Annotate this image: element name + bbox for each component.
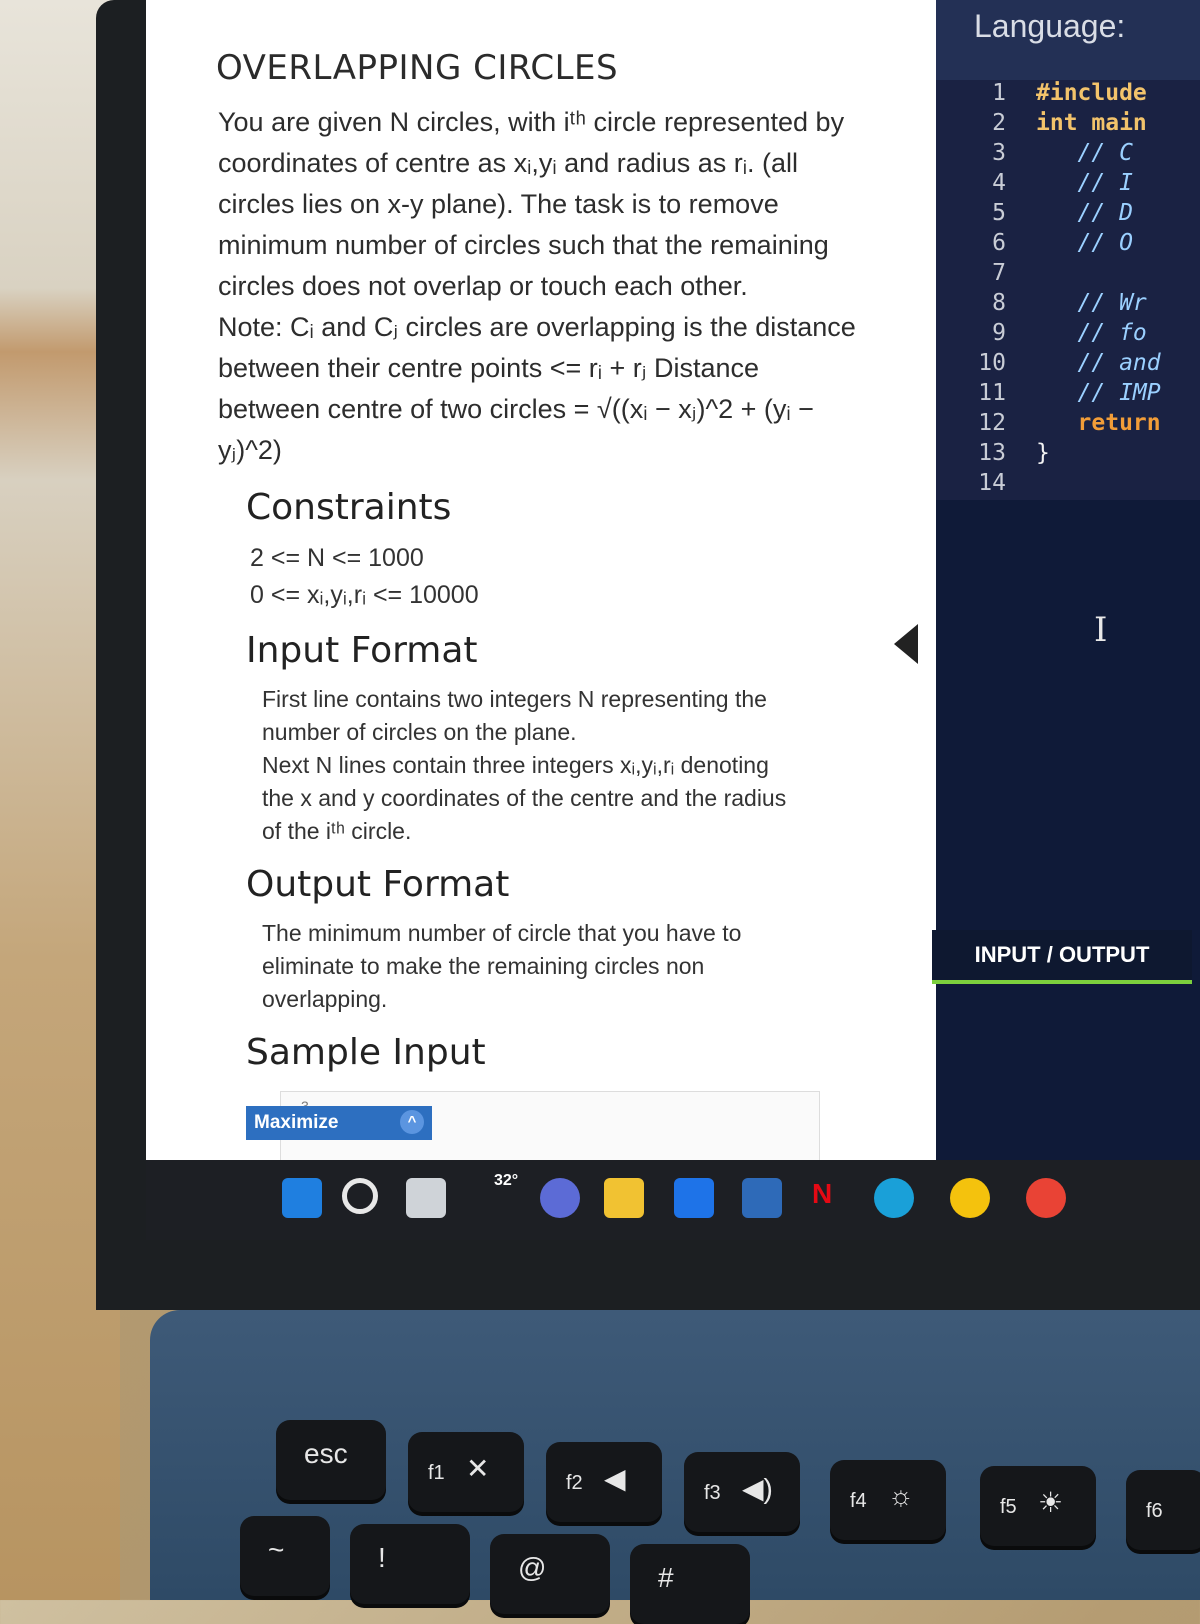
- f3-key[interactable]: f3 ◀): [684, 1452, 800, 1532]
- input-format-line: Next N lines contain three integers xᵢ,y…: [262, 752, 769, 778]
- task-view-icon[interactable]: [406, 1178, 446, 1218]
- code-line[interactable]: // I: [1036, 170, 1161, 200]
- code-lines[interactable]: #include int main // C // I // D // O //…: [1036, 80, 1161, 500]
- f5-key[interactable]: f5 ☀: [980, 1466, 1096, 1546]
- meet-chat-icon[interactable]: [540, 1178, 580, 1218]
- volume-down-icon: ◀: [604, 1463, 626, 1494]
- f2-key[interactable]: f2 ◀: [546, 1442, 662, 1522]
- output-format-line: eliminate to make the remaining circles …: [262, 953, 705, 979]
- input-format-line: First line contains two integers N repre…: [262, 686, 767, 712]
- constraint-item: 0 <= xᵢ,yᵢ,rᵢ <= 10000: [250, 581, 479, 609]
- code-area[interactable]: 1 2 3 4 5 6 7 8 9 10 11 12 13 14 #includ…: [936, 80, 1200, 500]
- sample-input-heading: Sample Input: [246, 1032, 486, 1073]
- code-line[interactable]: }: [1036, 440, 1161, 470]
- volume-up-icon: ◀): [742, 1473, 773, 1504]
- line-number-gutter: 1 2 3 4 5 6 7 8 9 10 11 12 13 14: [936, 80, 1016, 500]
- description-line: yⱼ)^2): [218, 435, 282, 465]
- code-line[interactable]: // Wr: [1036, 290, 1161, 320]
- input-output-tab[interactable]: INPUT / OUTPUT: [932, 930, 1192, 984]
- code-line[interactable]: // C: [1036, 140, 1161, 170]
- code-line[interactable]: #include: [1036, 80, 1161, 110]
- f4-key[interactable]: f4 ☼: [830, 1460, 946, 1540]
- mute-mic-icon: ✕: [466, 1453, 490, 1484]
- output-format-line: The minimum number of circle that you ha…: [262, 920, 742, 946]
- description-line: circles lies on x-y plane). The task is …: [218, 189, 779, 219]
- code-line[interactable]: // IMP: [1036, 380, 1161, 410]
- language-label[interactable]: Language:: [974, 8, 1125, 45]
- code-line[interactable]: return: [1036, 410, 1161, 440]
- line-number: 2: [992, 110, 1006, 136]
- input-format-line: the x and y coordinates of the centre an…: [262, 785, 787, 811]
- maximize-button[interactable]: Maximize ^: [246, 1106, 432, 1140]
- maximize-label: Maximize: [254, 1112, 339, 1133]
- two-key[interactable]: @: [490, 1534, 610, 1614]
- code-line[interactable]: [1036, 260, 1161, 290]
- line-number: 8: [992, 290, 1006, 316]
- laptop-keyboard: esc f1 ✕ f2 ◀ f3 ◀) f4 ☼ f5 ☀ f6 ~ ! @ #: [150, 1310, 1200, 1624]
- problem-title: OVERLAPPING CIRCLES: [216, 48, 619, 88]
- one-key[interactable]: !: [350, 1524, 470, 1604]
- line-number: 4: [992, 170, 1006, 196]
- brightness-up-icon: ☀: [1038, 1487, 1064, 1518]
- code-line[interactable]: int main: [1036, 110, 1161, 140]
- code-line[interactable]: // O: [1036, 230, 1161, 260]
- description-line: minimum number of circles such that the …: [218, 230, 829, 260]
- constraints-heading: Constraints: [246, 487, 452, 528]
- code-line[interactable]: // and: [1036, 350, 1161, 380]
- tilde-key[interactable]: ~: [240, 1516, 330, 1596]
- file-explorer-icon[interactable]: [604, 1178, 644, 1218]
- input-format-heading: Input Format: [246, 630, 478, 671]
- problem-statement: OVERLAPPING CIRCLES You are given N circ…: [206, 40, 906, 1171]
- brightness-down-icon: ☼: [888, 1480, 914, 1511]
- line-number: 1: [992, 80, 1006, 106]
- windows-start-icon[interactable]: [282, 1178, 322, 1218]
- code-line[interactable]: // fo: [1036, 320, 1161, 350]
- esc-key[interactable]: esc: [276, 1420, 386, 1500]
- line-number: 5: [992, 200, 1006, 226]
- description-line: coordinates of centre as xᵢ,yᵢ and radiu…: [218, 148, 799, 178]
- line-number: 13: [978, 440, 1006, 466]
- code-line[interactable]: // D: [1036, 200, 1161, 230]
- description-line: Note: Cᵢ and Cⱼ circles are overlapping …: [218, 312, 856, 342]
- f6-key[interactable]: f6: [1126, 1470, 1200, 1550]
- code-editor-panel: Language: 1 2 3 4 5 6 7 8 9 10 11 12 13 …: [932, 0, 1200, 1240]
- windows-taskbar: 32° N: [146, 1160, 1200, 1240]
- line-number: 9: [992, 320, 1006, 346]
- input-format-line: number of circles on the plane.: [262, 719, 577, 745]
- line-number: 12: [978, 410, 1006, 436]
- weather-widget[interactable]: 32°: [494, 1172, 518, 1190]
- search-icon[interactable]: [342, 1178, 378, 1214]
- line-number: 7: [992, 260, 1006, 286]
- description-line: between their centre points <= rᵢ + rⱼ D…: [218, 353, 760, 383]
- constraint-item: 2 <= N <= 1000: [250, 544, 424, 572]
- edge-browser-icon[interactable]: [874, 1178, 914, 1218]
- netflix-icon[interactable]: N: [812, 1178, 852, 1218]
- description-line: You are given N circles, with iᵗʰ circle…: [218, 107, 845, 137]
- code-line[interactable]: [1036, 470, 1161, 500]
- chrome-profile-icon[interactable]: [1026, 1178, 1066, 1218]
- prime-video-icon[interactable]: [742, 1178, 782, 1218]
- description-line: circles does not overlap or touch each o…: [218, 271, 748, 301]
- line-number: 11: [978, 380, 1006, 406]
- line-number: 3: [992, 140, 1006, 166]
- text-cursor-icon: I: [1094, 610, 1108, 650]
- chevron-up-icon[interactable]: ^: [400, 1110, 424, 1134]
- line-number: 6: [992, 230, 1006, 256]
- chrome-icon[interactable]: [950, 1178, 990, 1218]
- three-key[interactable]: #: [630, 1544, 750, 1624]
- f1-key[interactable]: f1 ✕: [408, 1432, 524, 1512]
- laptop-screen: OVERLAPPING CIRCLES You are given N circ…: [146, 0, 1200, 1240]
- line-number: 10: [978, 350, 1006, 376]
- description-line: between centre of two circles = √((xᵢ − …: [218, 394, 814, 424]
- output-format-heading: Output Format: [246, 864, 510, 905]
- line-number: 14: [978, 470, 1006, 496]
- video-app-icon[interactable]: [674, 1178, 714, 1218]
- language-bar: Language:: [936, 0, 1200, 80]
- input-format-line: of the iᵗʰ circle.: [262, 818, 412, 844]
- output-format-line: overlapping.: [262, 986, 388, 1012]
- collapse-arrow-icon[interactable]: [894, 624, 918, 664]
